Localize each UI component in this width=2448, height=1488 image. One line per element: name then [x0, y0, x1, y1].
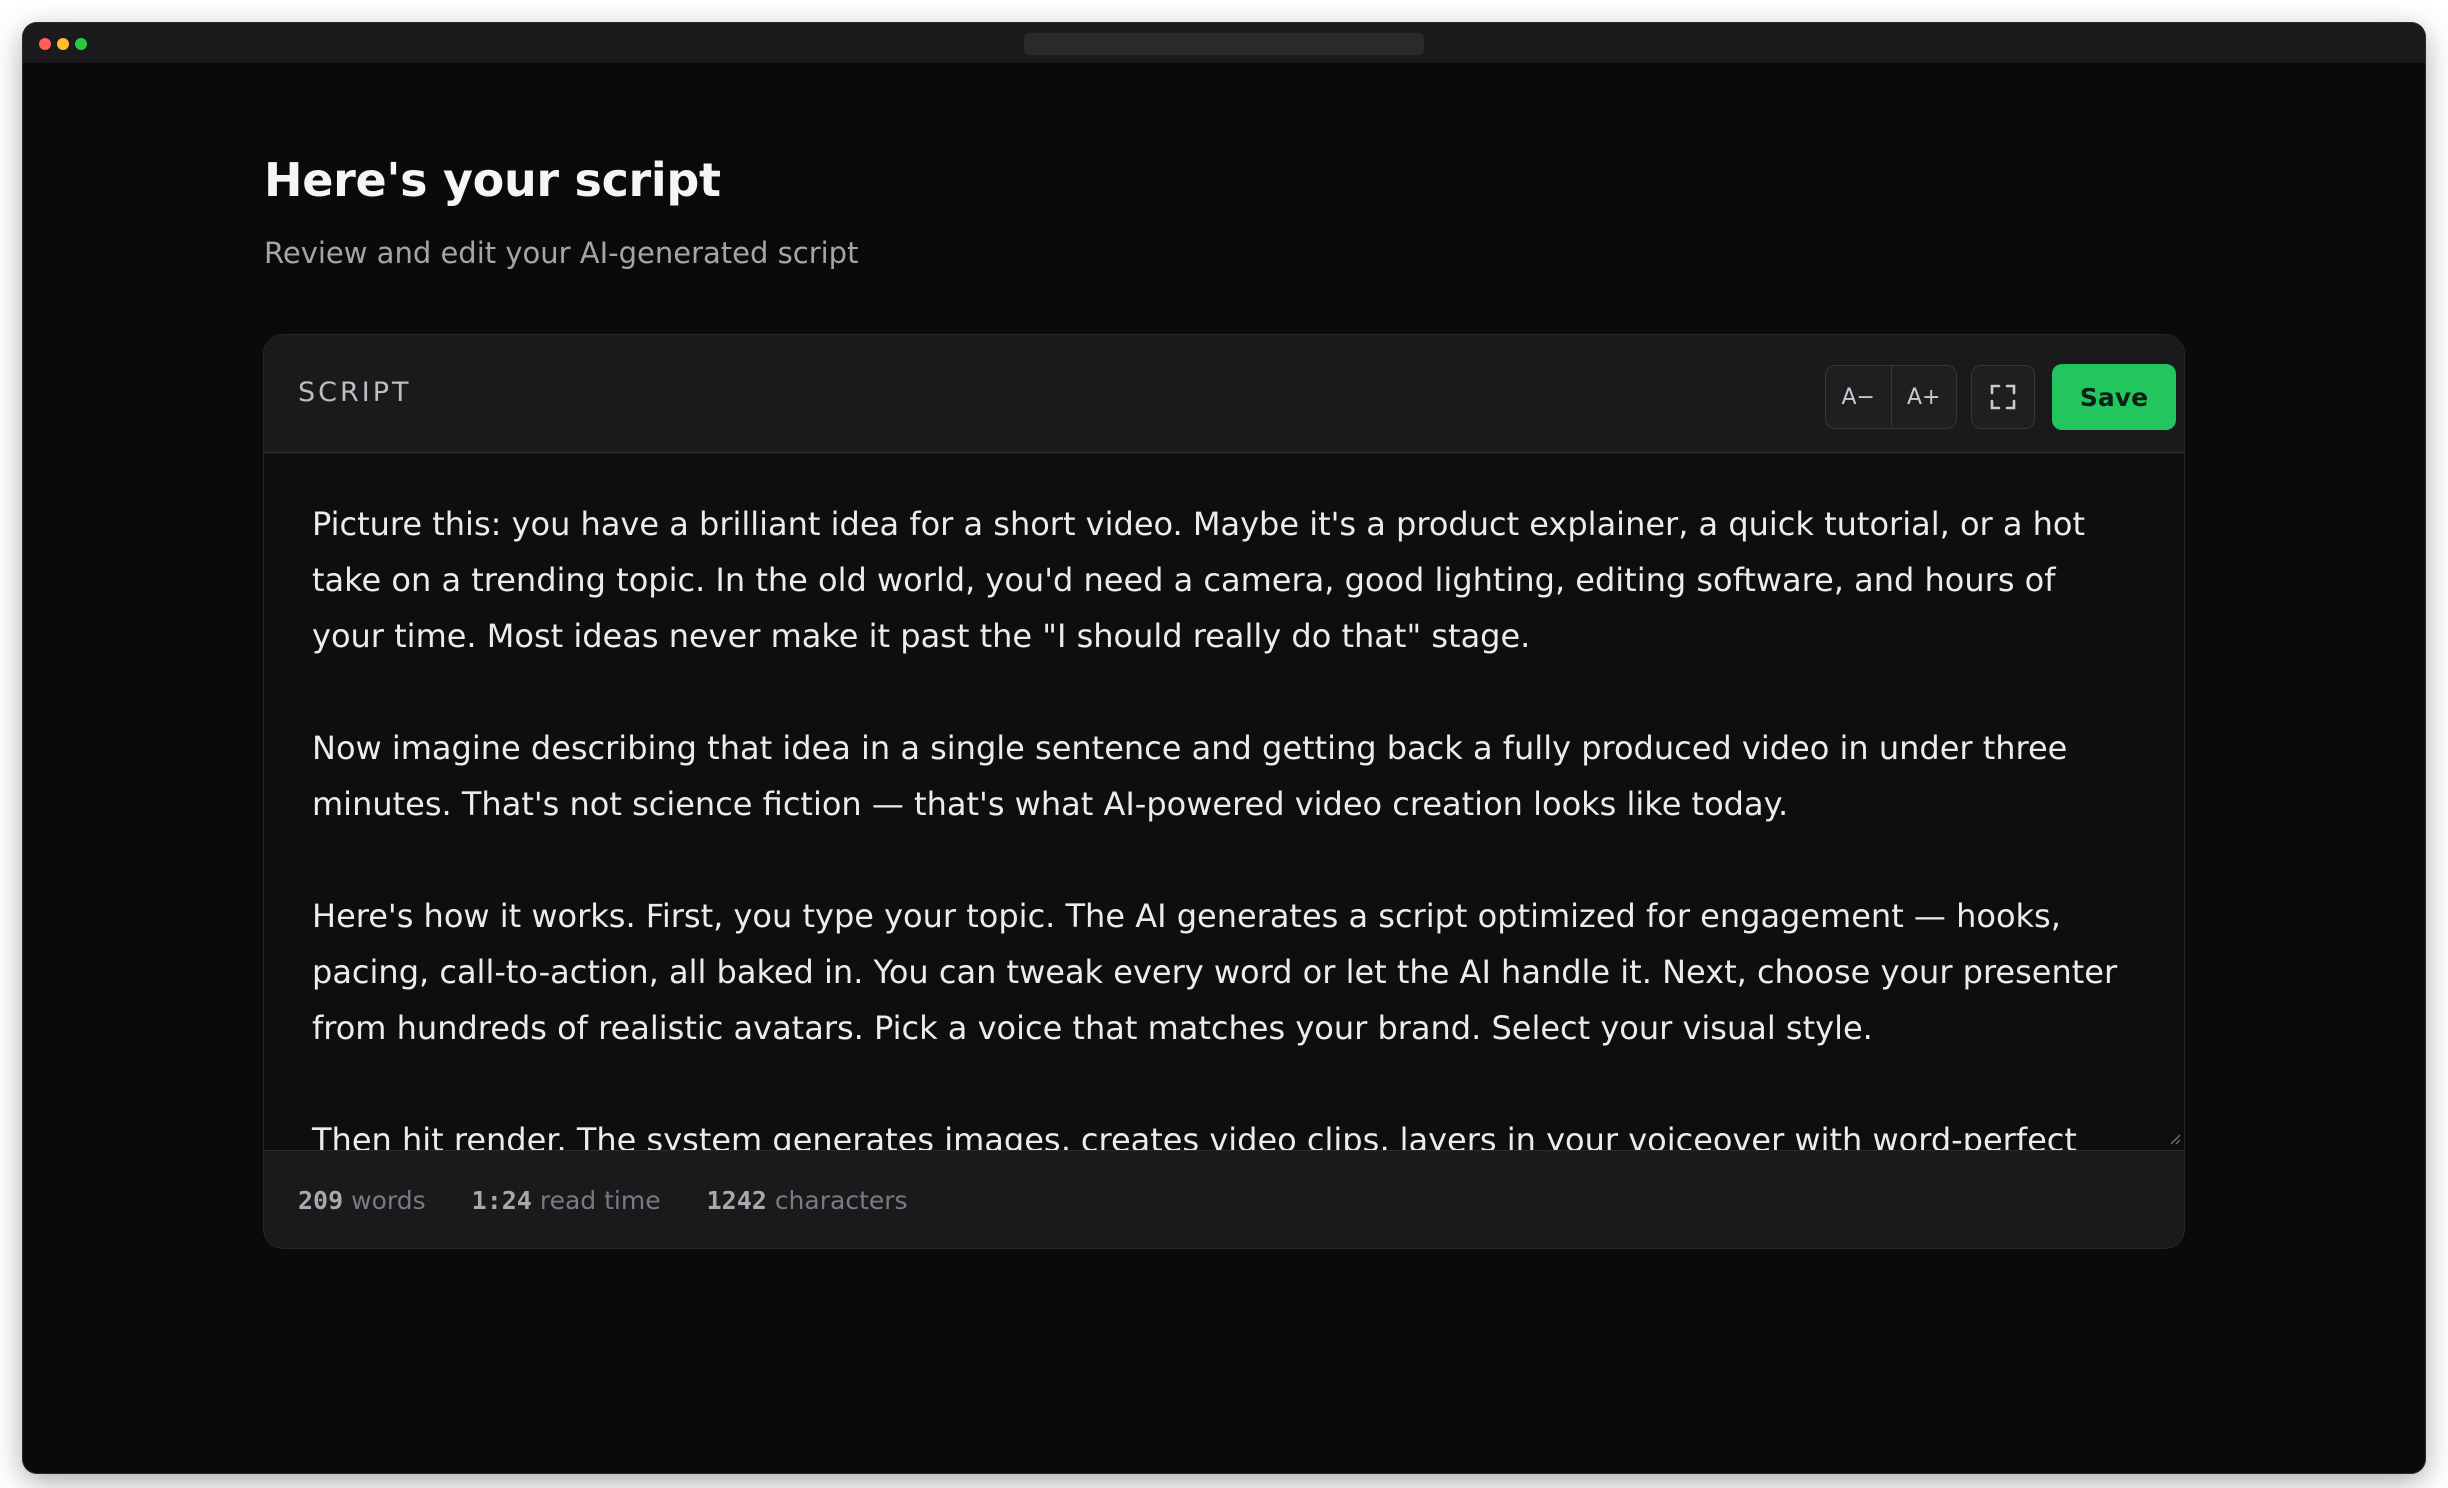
- script-editor[interactable]: Picture this: you have a brilliant idea …: [264, 454, 2184, 1150]
- page-subtitle: Review and edit your AI-generated script: [264, 236, 859, 270]
- word-count-value: 209: [298, 1186, 344, 1215]
- word-count: 209 words: [298, 1186, 426, 1215]
- address-bar[interactable]: [1024, 33, 1424, 55]
- increase-font-button[interactable]: A+: [1890, 366, 1957, 428]
- read-time: 1:24 read time: [472, 1186, 661, 1215]
- character-count: 1242 characters: [707, 1186, 908, 1215]
- save-button[interactable]: Save: [2052, 364, 2176, 430]
- script-stats: 209 words 1:24 read time 1242 characters: [264, 1150, 2184, 1248]
- script-paragraph: Now imagine describing that idea in a si…: [312, 729, 2068, 823]
- maximize-window-button[interactable]: [75, 38, 87, 50]
- window-titlebar: [23, 23, 2425, 63]
- minimize-window-button[interactable]: [57, 38, 69, 50]
- character-count-value: 1242: [706, 1186, 767, 1215]
- resize-handle-icon[interactable]: [2166, 1130, 2182, 1146]
- script-paragraph: Here's how it works. First, you type you…: [312, 897, 2118, 1047]
- font-size-controls: A− A+: [1825, 365, 1957, 429]
- script-paragraph: Picture this: you have a brilliant idea …: [312, 505, 2086, 655]
- read-time-value: 1:24: [471, 1186, 532, 1215]
- script-label: SCRIPT: [298, 377, 412, 408]
- read-time-label: read time: [539, 1186, 661, 1215]
- close-window-button[interactable]: [39, 38, 51, 50]
- decrease-font-button[interactable]: A−: [1826, 366, 1891, 428]
- character-count-label: characters: [774, 1186, 908, 1215]
- expand-corners-icon: [1990, 384, 2016, 410]
- word-count-label: words: [351, 1186, 426, 1215]
- script-card: SCRIPT A− A+ Save Picture this: you have…: [263, 334, 2185, 1249]
- script-card-header: SCRIPT A− A+ Save: [264, 335, 2184, 453]
- page-title: Here's your script: [264, 153, 721, 207]
- fullscreen-button[interactable]: [1971, 365, 2035, 429]
- app-window: Here's your script Review and edit your …: [23, 23, 2425, 1473]
- script-paragraph: Then hit render. The system generates im…: [312, 1121, 2077, 1150]
